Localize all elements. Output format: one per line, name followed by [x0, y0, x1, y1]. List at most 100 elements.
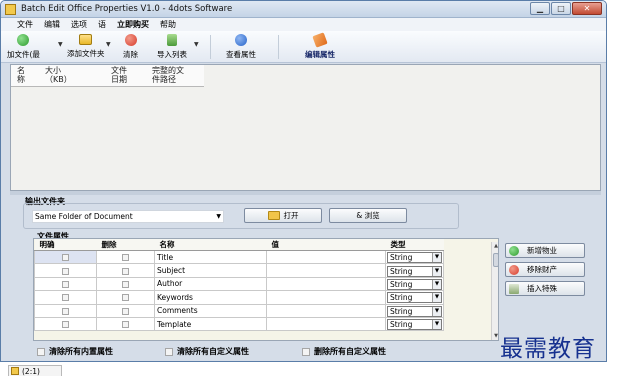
delete-checkbox[interactable] [122, 254, 129, 262]
open-folder-button[interactable]: 打开 [244, 208, 322, 223]
type-select[interactable]: String ▼ [387, 292, 442, 304]
delete-checkbox[interactable] [122, 294, 129, 302]
maximize-button[interactable]: □ [551, 2, 571, 15]
import-dropdown-icon[interactable]: ▼ [194, 41, 199, 48]
menu-help[interactable]: 帮助 [160, 19, 176, 30]
type-select[interactable]: String ▼ [387, 319, 442, 331]
menu-edit[interactable]: 编辑 [44, 19, 60, 30]
property-name[interactable]: Author [154, 276, 267, 292]
delete-cell[interactable] [96, 316, 155, 332]
column-name[interactable]: 名 称 [17, 66, 25, 84]
chevron-down-icon[interactable]: ▼ [432, 266, 441, 276]
clear-checkbox[interactable] [62, 307, 69, 315]
property-value[interactable] [266, 290, 386, 305]
clear-checkbox[interactable] [62, 280, 69, 288]
clear-custom-checkbox[interactable] [165, 347, 173, 356]
menu-file[interactable]: 文件 [17, 19, 33, 30]
delete-checkbox[interactable] [122, 280, 129, 288]
clear-checkbox[interactable] [62, 321, 69, 329]
column-full-path[interactable]: 完整的文 件路径 [152, 66, 184, 84]
property-name[interactable]: Template [154, 316, 267, 332]
header-delete[interactable]: 删除 [96, 239, 155, 251]
property-value[interactable] [266, 276, 386, 292]
clear-checkbox[interactable] [62, 294, 69, 302]
type-cell[interactable]: String ▼ [385, 276, 444, 292]
property-name[interactable]: Keywords [154, 290, 267, 305]
type-cell[interactable]: String ▼ [385, 263, 444, 278]
delete-checkbox[interactable] [122, 307, 129, 315]
file-list[interactable]: 名 称 大小 （KB） 文件 日期 完整的文 件路径 [10, 64, 601, 191]
splitter[interactable] [10, 191, 601, 195]
add-file-button[interactable]: 加文件(最 [7, 33, 40, 60]
add-file-dropdown-icon[interactable]: ▼ [58, 41, 63, 48]
type-cell[interactable]: String ▼ [385, 290, 444, 305]
add-property-button[interactable]: 新增物业 [505, 243, 585, 258]
chevron-down-icon[interactable]: ▼ [432, 293, 441, 303]
column-date[interactable]: 文件 日期 [111, 66, 127, 84]
delete-cell[interactable] [96, 290, 155, 305]
menu-buy-now[interactable]: 立即购买 [117, 19, 149, 30]
chevron-down-icon[interactable]: ▼ [432, 279, 441, 289]
delete-cell[interactable] [96, 276, 155, 292]
delete-checkbox[interactable] [122, 267, 129, 275]
type-cell[interactable]: String ▼ [385, 316, 444, 332]
clear-cell[interactable] [34, 249, 97, 265]
header-name[interactable]: 名称 [154, 239, 267, 251]
menu-language[interactable]: 语 [98, 19, 106, 30]
scroll-down-icon[interactable]: ▼ [492, 332, 498, 340]
properties-scrollbar[interactable]: ▲ ▼ [491, 242, 498, 340]
scroll-up-icon[interactable]: ▲ [492, 242, 498, 250]
scroll-thumb[interactable] [493, 253, 498, 267]
property-value[interactable] [266, 263, 386, 278]
type-cell[interactable]: String ▼ [385, 303, 444, 318]
type-select[interactable]: String ▼ [387, 305, 442, 317]
chevron-down-icon[interactable]: ▼ [432, 253, 441, 263]
type-select[interactable]: String ▼ [387, 265, 442, 277]
property-value[interactable] [266, 249, 386, 265]
browse-button[interactable]: & 浏览 [329, 208, 407, 223]
edit-properties-button[interactable]: 编辑属性 [305, 32, 335, 60]
clear-builtin-option[interactable]: 清除所有内置属性 [37, 346, 113, 357]
import-list-button[interactable]: 导入列表 [157, 33, 187, 60]
delete-checkbox[interactable] [122, 321, 129, 329]
insert-special-button[interactable]: 插入特殊 [505, 281, 585, 296]
remove-property-button[interactable]: 移除财产 [505, 262, 585, 277]
delete-custom-checkbox[interactable] [302, 347, 310, 356]
taskbar-item[interactable]: (2:1) [8, 365, 62, 376]
clear-button[interactable]: 清除 [123, 33, 138, 60]
clear-cell[interactable] [34, 316, 97, 332]
property-name[interactable]: Subject [154, 263, 267, 278]
delete-cell[interactable] [96, 249, 155, 265]
view-properties-button[interactable]: 查看属性 [226, 33, 256, 60]
clear-checkbox[interactable] [62, 267, 69, 275]
type-select[interactable]: String ▼ [387, 278, 442, 290]
minimize-button[interactable]: ▁ [530, 2, 550, 15]
close-button[interactable]: ✕ [572, 2, 602, 15]
property-name[interactable]: Title [154, 249, 267, 265]
add-folder-button[interactable]: 添加文件夹 [67, 33, 105, 59]
type-select[interactable]: String ▼ [387, 252, 442, 264]
type-cell[interactable]: String ▼ [385, 249, 444, 265]
delete-cell[interactable] [96, 303, 155, 318]
clear-cell[interactable] [34, 263, 97, 278]
header-type[interactable]: 类型 [385, 239, 444, 251]
header-clear[interactable]: 明确 [34, 239, 97, 251]
column-size[interactable]: 大小 （KB） [45, 66, 72, 84]
delete-cell[interactable] [96, 263, 155, 278]
clear-builtin-checkbox[interactable] [37, 347, 45, 356]
clear-custom-option[interactable]: 清除所有自定义属性 [165, 346, 249, 357]
property-value[interactable] [266, 316, 386, 332]
chevron-down-icon[interactable]: ▼ [432, 320, 441, 330]
property-value[interactable] [266, 303, 386, 318]
delete-custom-option[interactable]: 删除所有自定义属性 [302, 346, 386, 357]
chevron-down-icon[interactable]: ▼ [432, 306, 441, 316]
clear-cell[interactable] [34, 276, 97, 292]
menu-options[interactable]: 选项 [71, 19, 87, 30]
clear-cell[interactable] [34, 303, 97, 318]
header-value[interactable]: 值 [266, 239, 386, 251]
clear-cell[interactable] [34, 290, 97, 305]
add-folder-dropdown-icon[interactable]: ▼ [106, 41, 111, 48]
output-folder-select[interactable]: Same Folder of Document ▼ [32, 210, 224, 223]
property-name[interactable]: Comments [154, 303, 267, 318]
clear-checkbox[interactable] [62, 254, 69, 262]
